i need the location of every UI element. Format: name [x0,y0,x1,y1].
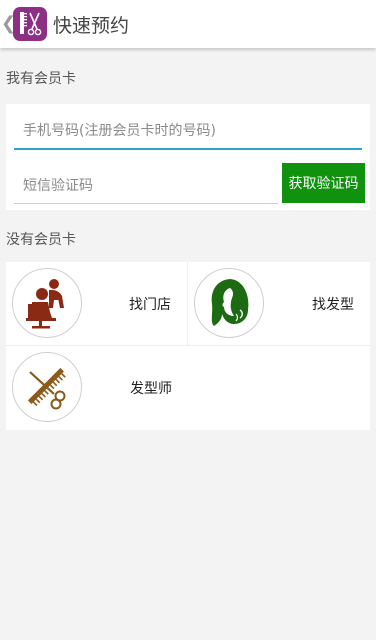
stylist-label: 发型师 [130,381,172,397]
page-title: 快速预约 [53,14,130,37]
find-hairstyle-tile[interactable]: 找发型 [188,262,370,346]
phone-number-input[interactable] [14,114,362,150]
shortcut-grid: 找门店 找发型 发型师 [6,262,370,430]
member-login-card: 获取验证码 [6,104,370,210]
comb-scissors-icon [12,352,82,422]
chevron-left-icon[interactable]: ❮ [1,0,16,48]
get-sms-code-button[interactable]: 获取验证码 [282,163,365,203]
stylist-tile[interactable]: 发型师 [6,346,188,430]
hairstyle-woman-icon [194,268,264,338]
non-member-section-label: 没有会员卡 [6,232,76,248]
salon-chair-icon [12,268,82,338]
header-bar: ❮ 快速预约 [0,0,376,48]
sms-code-input[interactable] [14,168,278,204]
app-logo-icon[interactable] [13,7,47,41]
find-store-tile[interactable]: 找门店 [6,262,188,346]
member-section-label: 我有会员卡 [6,71,76,87]
find-hairstyle-label: 找发型 [312,297,354,313]
find-store-label: 找门店 [129,297,171,313]
